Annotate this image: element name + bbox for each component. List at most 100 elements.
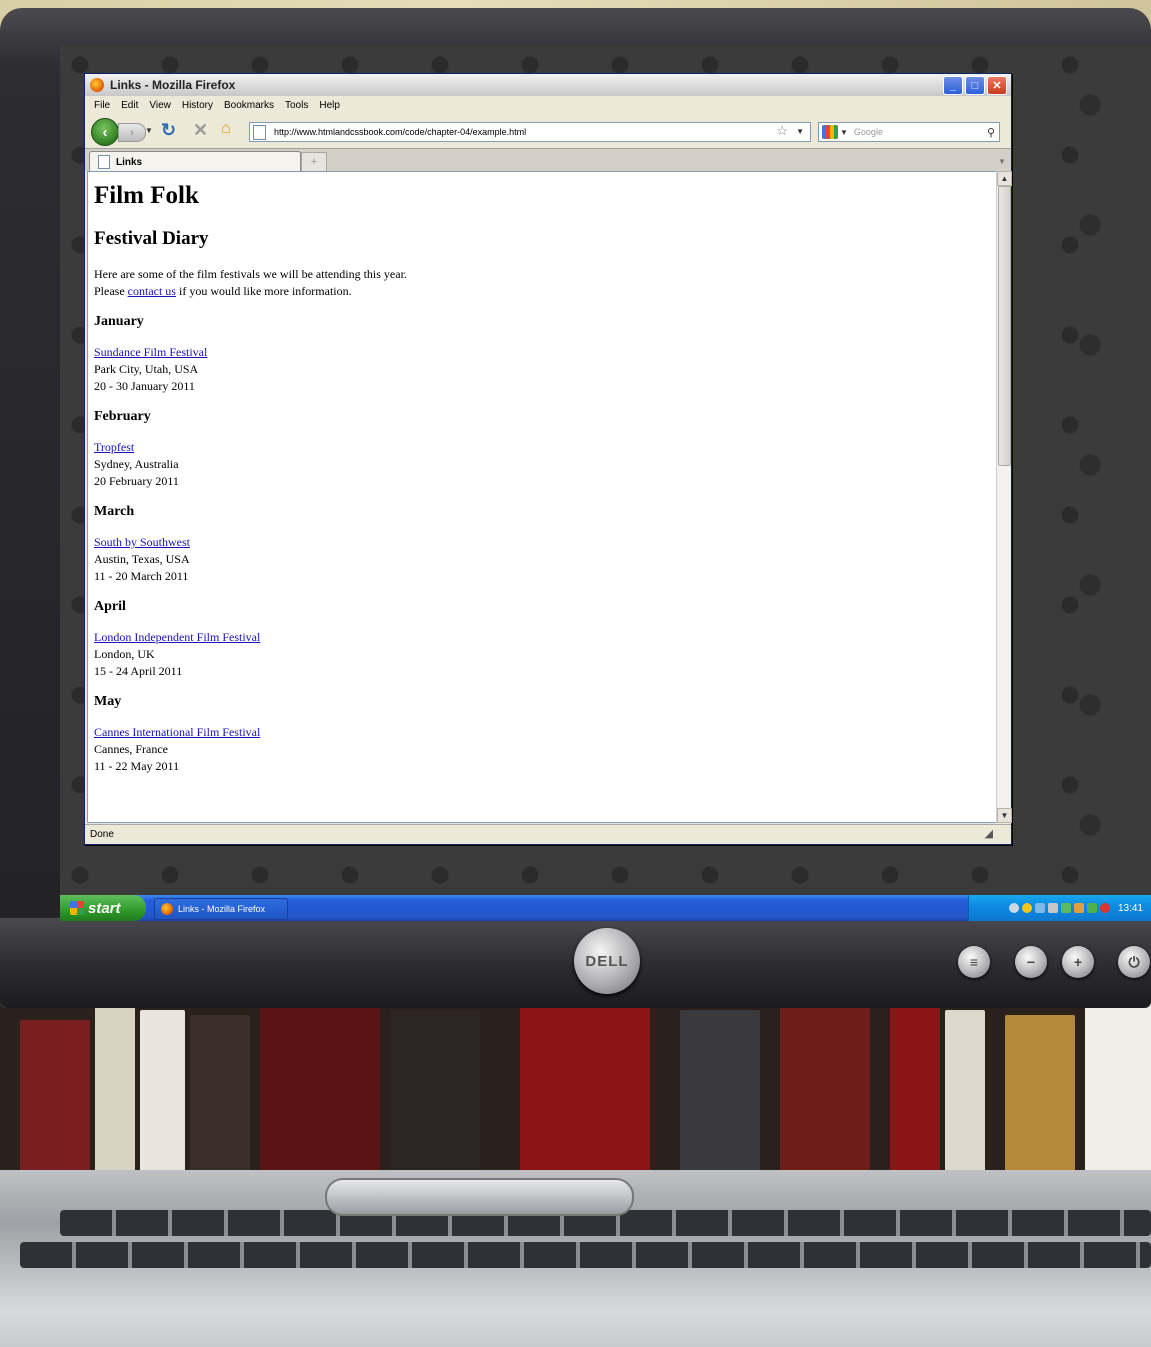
- page-icon: [253, 124, 266, 140]
- page-heading: Film Folk: [94, 182, 199, 209]
- festival-link[interactable]: Sundance Film Festival: [94, 345, 207, 359]
- festival-entry: Tropfest: [94, 439, 996, 456]
- display-icon[interactable]: [1047, 903, 1058, 913]
- festival-location: Cannes, France: [94, 742, 168, 756]
- power-button[interactable]: ⏻: [1118, 946, 1150, 978]
- photo-scene: DELL ≡ − + ⏻ Links - Mozilla Firefox _ □…: [0, 0, 1151, 1347]
- maximize-button[interactable]: □: [965, 76, 985, 95]
- book: [20, 1020, 90, 1190]
- festival-link[interactable]: London Independent Film Festival: [94, 630, 260, 644]
- reload-icon[interactable]: ↻: [161, 120, 176, 141]
- menu-bookmarks[interactable]: Bookmarks: [222, 100, 276, 111]
- book: [190, 1015, 250, 1190]
- minimize-button[interactable]: _: [943, 76, 963, 95]
- monitor-plus-button[interactable]: +: [1062, 946, 1094, 978]
- security-alert-icon[interactable]: [1021, 903, 1032, 913]
- update-icon[interactable]: [1086, 903, 1097, 913]
- menu-edit[interactable]: Edit: [119, 100, 140, 111]
- stop-icon[interactable]: ✕: [193, 120, 208, 141]
- tab-list-dropdown-icon[interactable]: ▼: [996, 152, 1008, 170]
- menu-history[interactable]: History: [180, 100, 215, 111]
- scroll-down-icon[interactable]: ▼: [997, 808, 1012, 823]
- address-bar[interactable]: http://www.htmlandcssbook.com/code/chapt…: [249, 122, 811, 142]
- tray-expand-icon[interactable]: [1008, 903, 1019, 913]
- url-dropdown-icon[interactable]: ▼: [796, 127, 804, 136]
- page-content: Film Folk Festival Diary Here are some o…: [87, 171, 997, 823]
- home-icon[interactable]: ⌂: [221, 120, 231, 138]
- firefox-window: Links - Mozilla Firefox _ □ ✕ File Edit …: [84, 73, 1012, 845]
- book: [140, 1010, 185, 1190]
- bookshelf: [0, 990, 1151, 1190]
- history-dropdown-icon[interactable]: ▼: [145, 126, 153, 135]
- navigation-toolbar: ‹ › ▼ ↻ ✕ ⌂ http://www.htmlandcssbook.co…: [85, 115, 1011, 147]
- printer-icon[interactable]: [1060, 903, 1071, 913]
- menu-tools[interactable]: Tools: [283, 100, 310, 111]
- monitor-screen: Links - Mozilla Firefox _ □ ✕ File Edit …: [60, 45, 1151, 921]
- star-icon[interactable]: ☆: [776, 123, 788, 139]
- festival-location: Park City, Utah, USA: [94, 362, 199, 376]
- url-text[interactable]: http://www.htmlandcssbook.com/code/chapt…: [274, 127, 526, 137]
- scroll-up-icon[interactable]: ▲: [997, 171, 1012, 186]
- monitor-icon[interactable]: [1073, 903, 1084, 913]
- festival-entry: South by Southwest: [94, 534, 996, 551]
- intro-line-1: Here are some of the film festivals we w…: [94, 267, 407, 281]
- search-engine-dropdown-icon[interactable]: ▼: [840, 128, 848, 137]
- festival-location: London, UK: [94, 647, 155, 661]
- festival-link[interactable]: Cannes International Film Festival: [94, 725, 260, 739]
- vertical-scrollbar[interactable]: ▲ ▼: [996, 171, 1012, 823]
- windows-logo-icon: [70, 901, 84, 915]
- book: [945, 1010, 985, 1190]
- book: [1005, 1015, 1075, 1190]
- antivirus-icon[interactable]: [1099, 903, 1110, 913]
- month-heading-april: April: [94, 599, 126, 614]
- brand-text: DELL: [585, 952, 629, 970]
- book: [680, 1010, 760, 1190]
- festival-location: Austin, Texas, USA: [94, 552, 190, 566]
- festival-dates: 20 February 2011: [94, 474, 179, 488]
- search-bar[interactable]: ▼ Google ⚲: [818, 122, 1000, 142]
- clock[interactable]: 13:41: [1118, 903, 1143, 914]
- menu-view[interactable]: View: [147, 100, 173, 111]
- network-icon[interactable]: [1034, 903, 1045, 913]
- menu-help[interactable]: Help: [317, 100, 342, 111]
- magnifier-icon[interactable]: ⚲: [987, 126, 995, 139]
- taskbar: start Links - Mozilla Firefox 13:41: [60, 895, 1151, 921]
- search-input[interactable]: Google: [854, 127, 987, 137]
- festival-dates: 11 - 22 May 2011: [94, 759, 180, 773]
- menu-file[interactable]: File: [92, 100, 112, 111]
- status-bar: Done ◢: [85, 824, 1011, 844]
- tab-label: Links: [116, 156, 143, 168]
- tab-links[interactable]: Links: [89, 151, 301, 172]
- start-button[interactable]: start: [60, 895, 146, 921]
- title-bar[interactable]: Links - Mozilla Firefox _ □ ✕: [85, 74, 1011, 96]
- book: [260, 1005, 380, 1190]
- section-heading: Festival Diary: [94, 228, 209, 249]
- close-button[interactable]: ✕: [987, 76, 1007, 95]
- intro-prefix: Please: [94, 284, 128, 298]
- monitor-menu-button[interactable]: ≡: [958, 946, 990, 978]
- contact-link[interactable]: contact us: [128, 284, 176, 298]
- month-heading-march: March: [94, 504, 135, 519]
- scroll-thumb[interactable]: [998, 186, 1011, 466]
- book: [890, 1000, 940, 1190]
- book: [95, 1000, 135, 1190]
- keyboard-slider: [325, 1178, 634, 1216]
- taskbar-item-firefox[interactable]: Links - Mozilla Firefox: [154, 898, 288, 920]
- back-arrow-icon[interactable]: ‹: [91, 118, 119, 146]
- book: [520, 1000, 650, 1190]
- forward-arrow-icon[interactable]: ›: [118, 123, 146, 142]
- firefox-icon: [90, 78, 104, 92]
- festival-link[interactable]: South by Southwest: [94, 535, 190, 549]
- resize-grip-icon[interactable]: ◢: [985, 827, 993, 840]
- start-label: start: [88, 899, 121, 917]
- tab-strip: Links + ▼: [85, 148, 1011, 172]
- new-tab-button[interactable]: +: [301, 152, 327, 172]
- month-heading-february: February: [94, 409, 151, 424]
- monitor-minus-button[interactable]: −: [1015, 946, 1047, 978]
- month-heading-january: January: [94, 314, 144, 329]
- festival-entry: London Independent Film Festival: [94, 629, 996, 646]
- book: [1085, 1000, 1151, 1190]
- google-icon[interactable]: [822, 125, 838, 139]
- festival-dates: 11 - 20 March 2011: [94, 569, 189, 583]
- festival-link[interactable]: Tropfest: [94, 440, 134, 454]
